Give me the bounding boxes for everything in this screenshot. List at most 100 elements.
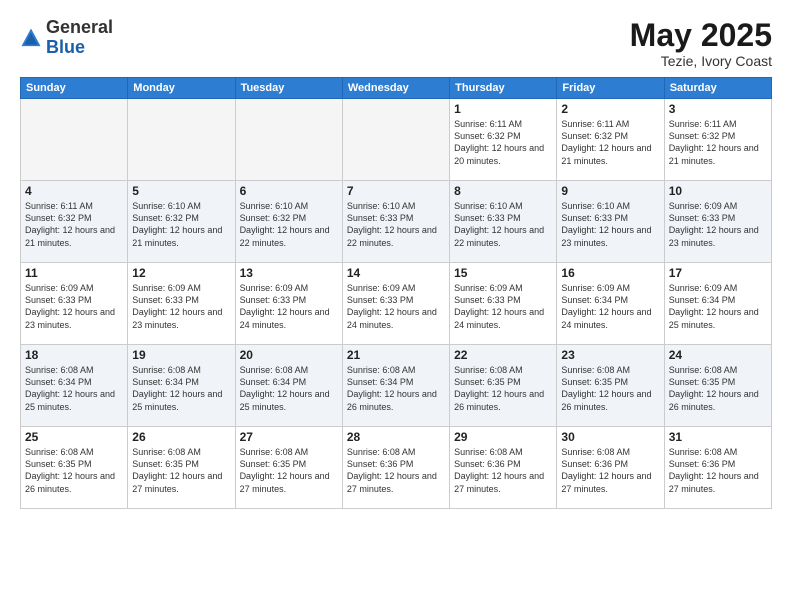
calendar-day-cell: 2 Sunrise: 6:11 AM Sunset: 6:32 PM Daylig…: [557, 99, 664, 181]
day-number: 17: [669, 266, 767, 280]
calendar-day-cell: 16Sunrise: 6:09 AM Sunset: 6:34 PM Dayli…: [557, 263, 664, 345]
day-info: Sunrise: 6:11 AM Sunset: 6:32 PM Dayligh…: [669, 118, 767, 167]
day-info: Sunrise: 6:10 AM Sunset: 6:32 PM Dayligh…: [132, 200, 230, 249]
day-info: Sunrise: 6:11 AM Sunset: 6:32 PM Dayligh…: [454, 118, 552, 167]
day-info: Sunrise: 6:08 AM Sunset: 6:34 PM Dayligh…: [240, 364, 338, 413]
calendar-day-cell: 8 Sunrise: 6:10 AM Sunset: 6:33 PM Daylig…: [450, 181, 557, 263]
calendar-day-cell: 4 Sunrise: 6:11 AM Sunset: 6:32 PM Daylig…: [21, 181, 128, 263]
calendar-day-cell: 7Sunrise: 6:10 AM Sunset: 6:33 PM Daylig…: [342, 181, 449, 263]
calendar-week-row: 25 Sunrise: 6:08 AM Sunset: 6:35 PM Dayli…: [21, 427, 772, 509]
calendar-header-wednesday: Wednesday: [342, 78, 449, 99]
calendar-day-cell: 26 Sunrise: 6:08 AM Sunset: 6:35 PM Dayli…: [128, 427, 235, 509]
day-info: Sunrise: 6:08 AM Sunset: 6:36 PM Dayligh…: [347, 446, 445, 495]
calendar-day-cell: 13 Sunrise: 6:09 AM Sunset: 6:33 PM Dayli…: [235, 263, 342, 345]
calendar-header-row: SundayMondayTuesdayWednesdayThursdayFrid…: [21, 78, 772, 99]
calendar-day-cell: 29 Sunrise: 6:08 AM Sunset: 6:36 PM Dayli…: [450, 427, 557, 509]
main-title: May 2025: [630, 18, 772, 53]
day-number: 20: [240, 348, 338, 362]
day-number: 19: [132, 348, 230, 362]
logo-blue-text: Blue: [46, 37, 85, 57]
calendar-day-cell: 11 Sunrise: 6:09 AM Sunset: 6:33 PM Dayli…: [21, 263, 128, 345]
day-info: Sunrise: 6:09 AM Sunset: 6:33 PM Dayligh…: [132, 282, 230, 331]
calendar-day-cell: 12 Sunrise: 6:09 AM Sunset: 6:33 PM Dayli…: [128, 263, 235, 345]
day-number: 5: [132, 184, 230, 198]
day-number: 11: [25, 266, 123, 280]
day-number: 28: [347, 430, 445, 444]
day-info: Sunrise: 6:11 AM Sunset: 6:32 PM Dayligh…: [561, 118, 659, 167]
calendar-day-cell: 31 Sunrise: 6:08 AM Sunset: 6:36 PM Dayli…: [664, 427, 771, 509]
day-number: 27: [240, 430, 338, 444]
day-info: Sunrise: 6:09 AM Sunset: 6:33 PM Dayligh…: [240, 282, 338, 331]
calendar-day-cell: 14Sunrise: 6:09 AM Sunset: 6:33 PM Dayli…: [342, 263, 449, 345]
day-number: 8: [454, 184, 552, 198]
calendar-day-cell: 28 Sunrise: 6:08 AM Sunset: 6:36 PM Dayli…: [342, 427, 449, 509]
calendar-day-cell: 6Sunrise: 6:10 AM Sunset: 6:32 PM Daylig…: [235, 181, 342, 263]
day-info: Sunrise: 6:11 AM Sunset: 6:32 PM Dayligh…: [25, 200, 123, 249]
calendar-day-cell: [128, 99, 235, 181]
day-number: 9: [561, 184, 659, 198]
calendar-header-saturday: Saturday: [664, 78, 771, 99]
day-info: Sunrise: 6:08 AM Sunset: 6:35 PM Dayligh…: [240, 446, 338, 495]
day-info: Sunrise: 6:09 AM Sunset: 6:33 PM Dayligh…: [454, 282, 552, 331]
calendar-day-cell: 3Sunrise: 6:11 AM Sunset: 6:32 PM Daylig…: [664, 99, 771, 181]
page: General Blue May 2025 Tezie, Ivory Coast…: [0, 0, 792, 612]
day-info: Sunrise: 6:10 AM Sunset: 6:32 PM Dayligh…: [240, 200, 338, 249]
day-number: 15: [454, 266, 552, 280]
day-info: Sunrise: 6:08 AM Sunset: 6:36 PM Dayligh…: [669, 446, 767, 495]
day-number: 26: [132, 430, 230, 444]
day-info: Sunrise: 6:08 AM Sunset: 6:35 PM Dayligh…: [669, 364, 767, 413]
day-number: 29: [454, 430, 552, 444]
day-info: Sunrise: 6:08 AM Sunset: 6:36 PM Dayligh…: [454, 446, 552, 495]
calendar-day-cell: 21 Sunrise: 6:08 AM Sunset: 6:34 PM Dayli…: [342, 345, 449, 427]
calendar-day-cell: 5 Sunrise: 6:10 AM Sunset: 6:32 PM Daylig…: [128, 181, 235, 263]
calendar-day-cell: 20 Sunrise: 6:08 AM Sunset: 6:34 PM Dayli…: [235, 345, 342, 427]
day-info: Sunrise: 6:09 AM Sunset: 6:34 PM Dayligh…: [561, 282, 659, 331]
day-info: Sunrise: 6:08 AM Sunset: 6:35 PM Dayligh…: [132, 446, 230, 495]
day-number: 13: [240, 266, 338, 280]
day-info: Sunrise: 6:09 AM Sunset: 6:33 PM Dayligh…: [347, 282, 445, 331]
calendar-header-sunday: Sunday: [21, 78, 128, 99]
day-info: Sunrise: 6:09 AM Sunset: 6:33 PM Dayligh…: [669, 200, 767, 249]
calendar-week-row: 18 Sunrise: 6:08 AM Sunset: 6:34 PM Dayli…: [21, 345, 772, 427]
calendar-header-tuesday: Tuesday: [235, 78, 342, 99]
day-number: 12: [132, 266, 230, 280]
day-number: 2: [561, 102, 659, 116]
logo-text: General Blue: [46, 18, 113, 58]
day-info: Sunrise: 6:08 AM Sunset: 6:36 PM Dayligh…: [561, 446, 659, 495]
calendar-header-thursday: Thursday: [450, 78, 557, 99]
header: General Blue May 2025 Tezie, Ivory Coast: [20, 18, 772, 69]
day-number: 18: [25, 348, 123, 362]
calendar-week-row: 11 Sunrise: 6:09 AM Sunset: 6:33 PM Dayli…: [21, 263, 772, 345]
day-info: Sunrise: 6:10 AM Sunset: 6:33 PM Dayligh…: [561, 200, 659, 249]
day-info: Sunrise: 6:09 AM Sunset: 6:34 PM Dayligh…: [669, 282, 767, 331]
day-info: Sunrise: 6:08 AM Sunset: 6:35 PM Dayligh…: [454, 364, 552, 413]
calendar-day-cell: [21, 99, 128, 181]
day-number: 30: [561, 430, 659, 444]
calendar-week-row: 1 Sunrise: 6:11 AM Sunset: 6:32 PM Daylig…: [21, 99, 772, 181]
calendar-header-monday: Monday: [128, 78, 235, 99]
day-number: 10: [669, 184, 767, 198]
day-info: Sunrise: 6:08 AM Sunset: 6:34 PM Dayligh…: [25, 364, 123, 413]
calendar-day-cell: 10 Sunrise: 6:09 AM Sunset: 6:33 PM Dayli…: [664, 181, 771, 263]
calendar-week-row: 4 Sunrise: 6:11 AM Sunset: 6:32 PM Daylig…: [21, 181, 772, 263]
day-number: 25: [25, 430, 123, 444]
calendar-day-cell: 22 Sunrise: 6:08 AM Sunset: 6:35 PM Dayli…: [450, 345, 557, 427]
logo: General Blue: [20, 18, 113, 58]
day-number: 23: [561, 348, 659, 362]
day-number: 4: [25, 184, 123, 198]
day-info: Sunrise: 6:08 AM Sunset: 6:34 PM Dayligh…: [132, 364, 230, 413]
day-number: 22: [454, 348, 552, 362]
day-number: 31: [669, 430, 767, 444]
day-info: Sunrise: 6:09 AM Sunset: 6:33 PM Dayligh…: [25, 282, 123, 331]
logo-icon: [20, 27, 42, 49]
day-number: 1: [454, 102, 552, 116]
calendar-day-cell: [235, 99, 342, 181]
calendar-day-cell: 17 Sunrise: 6:09 AM Sunset: 6:34 PM Dayli…: [664, 263, 771, 345]
calendar-day-cell: 9 Sunrise: 6:10 AM Sunset: 6:33 PM Daylig…: [557, 181, 664, 263]
calendar-day-cell: 24Sunrise: 6:08 AM Sunset: 6:35 PM Dayli…: [664, 345, 771, 427]
day-info: Sunrise: 6:08 AM Sunset: 6:34 PM Dayligh…: [347, 364, 445, 413]
day-info: Sunrise: 6:10 AM Sunset: 6:33 PM Dayligh…: [454, 200, 552, 249]
calendar-day-cell: 27 Sunrise: 6:08 AM Sunset: 6:35 PM Dayli…: [235, 427, 342, 509]
calendar-day-cell: [342, 99, 449, 181]
day-number: 21: [347, 348, 445, 362]
